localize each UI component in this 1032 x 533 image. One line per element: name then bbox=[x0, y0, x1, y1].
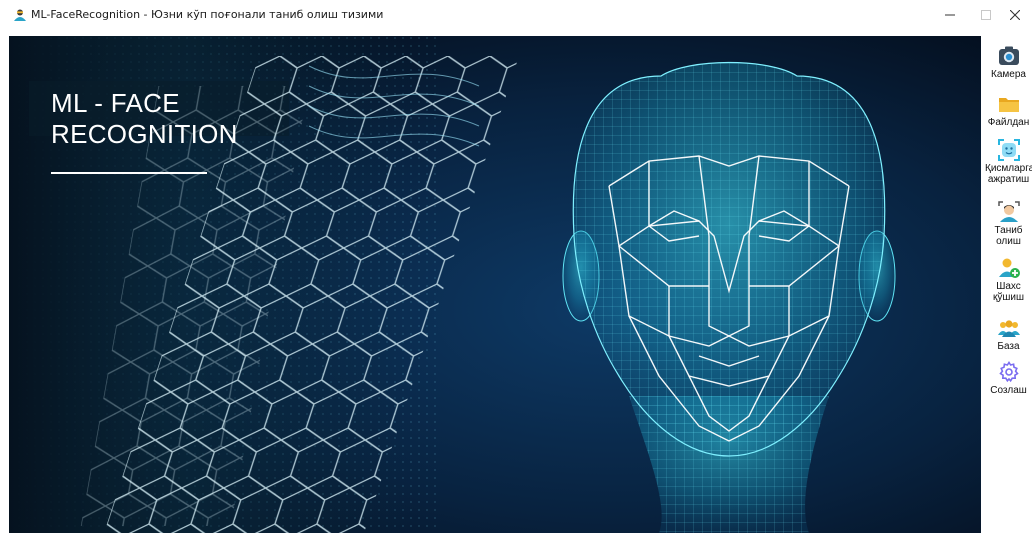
segment-label: Қисмларга ажратиш bbox=[985, 163, 1032, 185]
segment-button[interactable]: Қисмларга ажратиш bbox=[985, 138, 1032, 185]
settings-button[interactable]: Созлаш bbox=[985, 360, 1032, 396]
camera-button[interactable]: Камера bbox=[985, 44, 1032, 80]
face-recognize-icon bbox=[997, 201, 1020, 222]
from-file-label: Файлдан bbox=[987, 117, 1030, 128]
hero-underline bbox=[51, 172, 207, 174]
window-title: ML-FaceRecognition - Юзни кўп поғонали т… bbox=[31, 8, 384, 21]
camera-label: Камера bbox=[991, 69, 1026, 80]
app-logo-icon bbox=[14, 9, 26, 21]
recognize-label: Таниб олиш bbox=[994, 225, 1023, 247]
add-person-icon bbox=[998, 258, 1020, 278]
minimize-icon bbox=[945, 14, 955, 16]
face-scan-icon bbox=[997, 139, 1020, 161]
database-label: База bbox=[997, 341, 1020, 352]
database-button[interactable]: База bbox=[985, 316, 1032, 352]
add-person-label: Шахс қўшиш bbox=[992, 281, 1024, 303]
maximize-icon bbox=[981, 10, 991, 20]
close-button[interactable] bbox=[998, 0, 1032, 30]
hero-title-line2: RECOGNITION bbox=[51, 119, 238, 149]
recognize-button[interactable]: Таниб олиш bbox=[985, 200, 1032, 247]
settings-label: Созлаш bbox=[990, 385, 1027, 396]
hero-title-line1: ML - FACE bbox=[51, 88, 180, 118]
from-file-button[interactable]: Файлдан bbox=[985, 92, 1032, 128]
people-database-icon bbox=[997, 320, 1020, 337]
face-image-canvas: ML - FACE RECOGNITION bbox=[9, 36, 981, 533]
folder-icon bbox=[998, 98, 1019, 112]
close-icon bbox=[1010, 10, 1020, 20]
gear-icon bbox=[998, 361, 1019, 383]
side-toolbar: Камера Файлдан Қисмларга ажратиш Таниб о… bbox=[985, 36, 1032, 533]
camera-icon bbox=[998, 46, 1019, 65]
add-person-button[interactable]: Шахс қўшиш bbox=[985, 256, 1032, 303]
hero-title: ML - FACE RECOGNITION bbox=[51, 88, 311, 150]
window-titlebar: ML-FaceRecognition - Юзни кўп поғонали т… bbox=[0, 0, 1032, 30]
